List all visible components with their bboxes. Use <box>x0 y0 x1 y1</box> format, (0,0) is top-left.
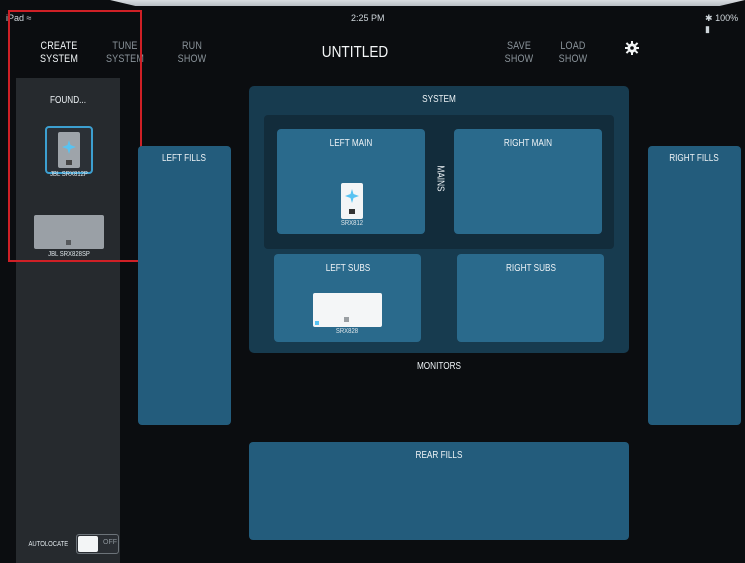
locate-burst-icon <box>345 189 359 203</box>
system-label: SYSTEM <box>422 94 456 105</box>
nav-load-show[interactable]: LOAD SHOW <box>553 40 594 66</box>
status-time: 2:25 PM <box>351 13 385 23</box>
zone-label-right-main: RIGHT MAIN <box>503 138 553 149</box>
left-main-speaker[interactable] <box>341 183 363 219</box>
nav-save-show[interactable]: SAVE SHOW <box>499 40 540 66</box>
mains-label: MAINS <box>434 165 446 192</box>
zone-label-right-subs: RIGHT SUBS <box>506 263 556 274</box>
zone-label-right-fills: RIGHT FILLS <box>669 153 719 164</box>
left-sub-speaker[interactable] <box>313 293 382 327</box>
zone-label-left-subs: LEFT SUBS <box>325 263 371 274</box>
monitors-label: MONITORS <box>416 361 462 372</box>
document-title: UNTITLED <box>321 44 389 61</box>
nav-run-show[interactable]: RUN SHOW <box>172 40 213 66</box>
top-decoration <box>110 0 745 6</box>
battery-percent: 100% <box>715 13 739 23</box>
zone-right-fills[interactable] <box>648 146 741 425</box>
autolocate-toggle[interactable]: OFF <box>76 534 119 554</box>
battery-icon: ▮ <box>705 24 710 34</box>
zone-label-left-main: LEFT MAIN <box>329 138 373 149</box>
toggle-state: OFF <box>103 539 117 546</box>
left-sub-device-label: SRX828 <box>335 328 359 335</box>
zone-label-left-fills: LEFT FILLS <box>161 153 207 164</box>
zone-left-fills[interactable] <box>138 146 231 425</box>
bluetooth-icon: ✱ <box>705 13 713 23</box>
toggle-knob <box>78 536 98 552</box>
autolocate-label: AUTOLOCATE <box>28 541 69 548</box>
status-battery: ✱ 100% ▮ <box>705 13 745 35</box>
highlight-box <box>8 10 142 262</box>
zone-label-rear-fills: REAR FILLS <box>415 450 463 461</box>
left-main-device-label: SRX812 <box>340 220 364 227</box>
gear-icon[interactable] <box>624 40 640 56</box>
